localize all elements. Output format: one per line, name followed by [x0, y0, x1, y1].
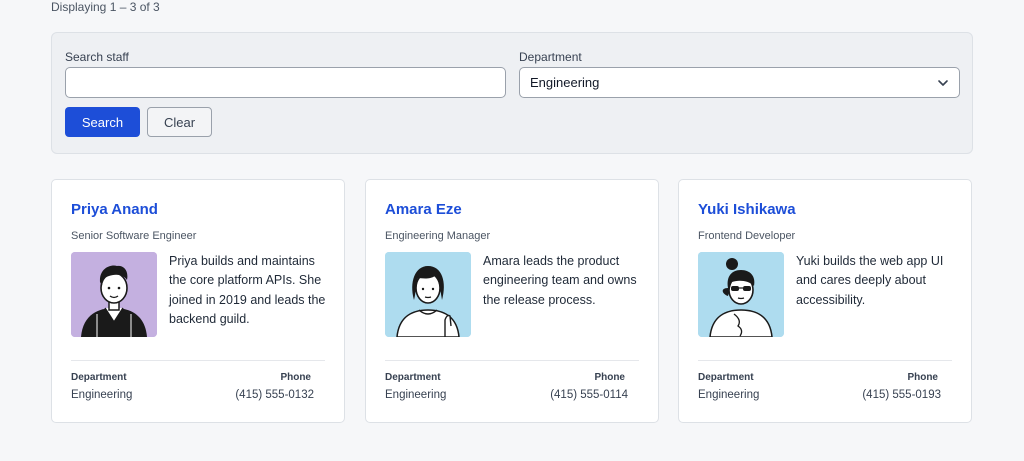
- filter-panel: Search staff Department Engineering Sear…: [51, 32, 973, 154]
- staff-name-link[interactable]: Amara Eze: [385, 201, 462, 218]
- staff-card: Yuki Ishikawa Frontend Developer Yuki bu…: [678, 179, 972, 423]
- divider: [71, 360, 325, 361]
- staff-job-title: Frontend Developer: [698, 230, 796, 242]
- department-select-value: Engineering: [530, 75, 600, 90]
- person-illustration-icon: [698, 252, 784, 337]
- phone-meta-label: Phone: [594, 372, 625, 383]
- department-meta-label: Department: [71, 372, 127, 383]
- department-label: Department: [519, 50, 582, 64]
- person-illustration-icon: [71, 252, 157, 337]
- staff-job-title: Engineering Manager: [385, 230, 491, 242]
- chevron-down-icon: [938, 80, 948, 86]
- search-staff-input[interactable]: [65, 67, 506, 98]
- phone-meta-value: (415) 555-0193: [862, 389, 941, 401]
- staff-job-title: Senior Software Engineer: [71, 230, 197, 242]
- phone-meta-value: (415) 555-0132: [235, 389, 314, 401]
- clear-button[interactable]: Clear: [147, 107, 212, 137]
- department-meta-value: Engineering: [698, 389, 760, 401]
- staff-card: Priya Anand Senior Software Engineer Pri…: [51, 179, 345, 423]
- phone-meta-label: Phone: [907, 372, 938, 383]
- person-illustration-icon: [385, 252, 471, 337]
- search-button[interactable]: Search: [65, 107, 140, 137]
- staff-card: Amara Eze Engineering Manager Amara lead…: [365, 179, 659, 423]
- results-count: Displaying 1 – 3 of 3: [51, 0, 160, 14]
- department-select[interactable]: Engineering: [519, 67, 960, 98]
- staff-bio: Yuki builds the web app UI and cares dee…: [796, 254, 944, 307]
- search-staff-label: Search staff: [65, 50, 129, 64]
- phone-meta-label: Phone: [280, 372, 311, 383]
- department-meta-label: Department: [385, 372, 441, 383]
- staff-bio: Priya builds and maintains the core plat…: [169, 254, 326, 327]
- department-meta-value: Engineering: [385, 389, 447, 401]
- divider: [698, 360, 952, 361]
- staff-name-link[interactable]: Priya Anand: [71, 201, 158, 218]
- divider: [385, 360, 639, 361]
- department-meta-value: Engineering: [71, 389, 133, 401]
- phone-meta-value: (415) 555-0114: [550, 389, 628, 401]
- department-meta-label: Department: [698, 372, 754, 383]
- staff-bio: Amara leads the product engineering team…: [483, 254, 637, 307]
- staff-name-link[interactable]: Yuki Ishikawa: [698, 201, 796, 218]
